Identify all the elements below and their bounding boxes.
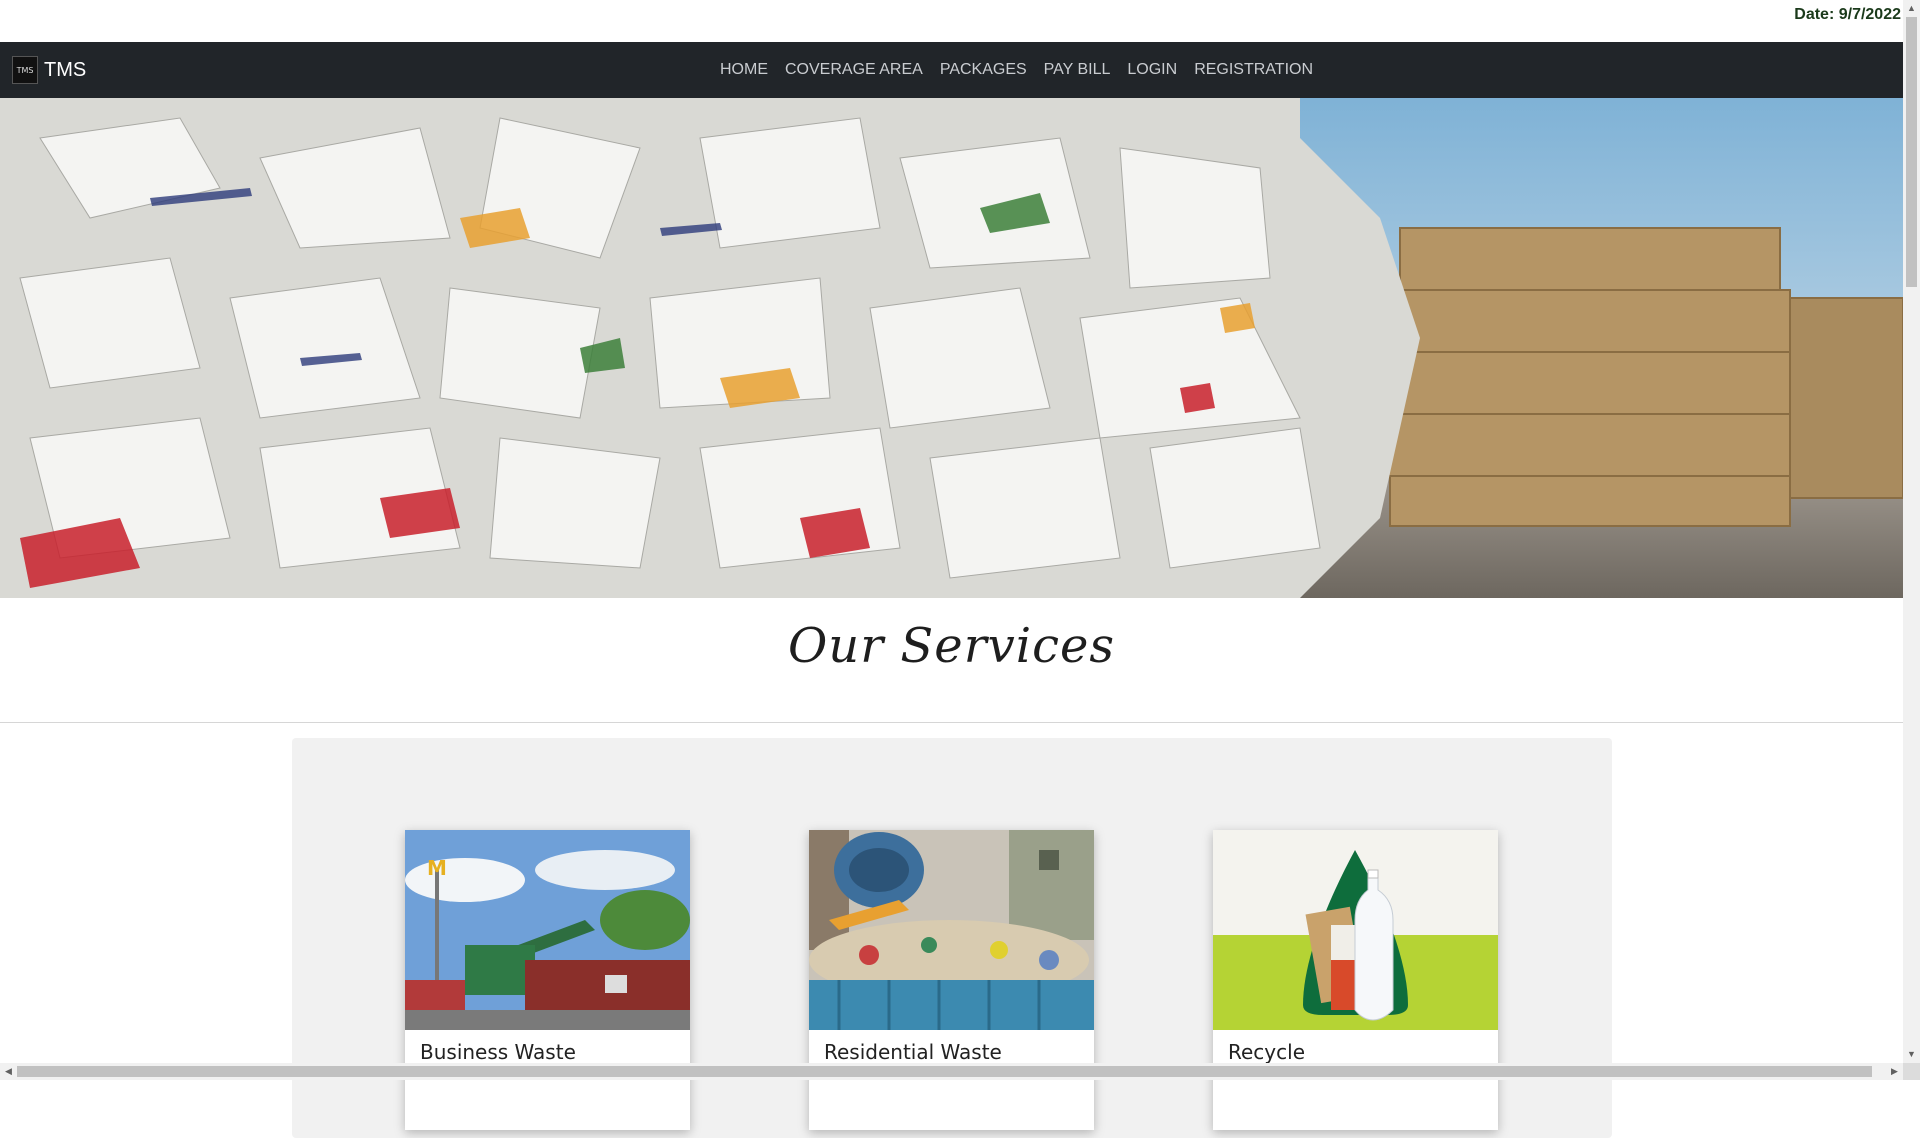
- nav-home[interactable]: HOME: [720, 61, 768, 79]
- recycle-image: [1213, 830, 1498, 1030]
- services-heading: Our Services: [787, 618, 1116, 674]
- nav-login[interactable]: LOGIN: [1127, 61, 1177, 79]
- card-title: Residential Waste: [824, 1040, 1002, 1064]
- garbage-truck-image: M: [405, 830, 690, 1030]
- service-card-recycle[interactable]: Recycle: [1213, 830, 1498, 1130]
- scroll-right-icon[interactable]: ▶: [1886, 1063, 1903, 1080]
- nav-pay-bill[interactable]: PAY BILL: [1044, 61, 1111, 79]
- svg-text:M: M: [427, 856, 447, 880]
- service-card-residential-waste[interactable]: Residential Waste: [809, 830, 1094, 1130]
- vertical-scroll-thumb[interactable]: [1906, 17, 1917, 287]
- service-card-business-waste[interactable]: M Business Waste: [405, 830, 690, 1130]
- nav-registration[interactable]: REGISTRATION: [1194, 61, 1313, 79]
- scroll-up-icon[interactable]: ▲: [1903, 0, 1920, 17]
- nav-links: HOME COVERAGE AREA PACKAGES PAY BILL LOG…: [720, 42, 1313, 98]
- card-title: Recycle: [1228, 1040, 1305, 1064]
- navbar: TMS TMS HOME COVERAGE AREA PACKAGES PAY …: [0, 42, 1903, 98]
- horizontal-scroll-thumb[interactable]: [17, 1066, 1872, 1077]
- card-title: Business Waste: [420, 1040, 576, 1064]
- scroll-down-icon[interactable]: ▼: [1903, 1046, 1920, 1063]
- vertical-scrollbar[interactable]: ▲ ▼: [1903, 0, 1920, 1063]
- waste-collection-image: [809, 830, 1094, 1030]
- scrollbar-corner: [1903, 1063, 1920, 1080]
- date-label: Date: 9/7/2022: [1794, 6, 1901, 23]
- nav-coverage-area[interactable]: COVERAGE AREA: [785, 61, 923, 79]
- brand-link[interactable]: TMS TMS: [12, 56, 86, 84]
- section-divider: [0, 722, 1903, 723]
- hero-banner-image: [0, 98, 1903, 598]
- brand-name: TMS: [44, 58, 87, 81]
- scroll-left-icon[interactable]: ◀: [0, 1063, 17, 1080]
- horizontal-scrollbar[interactable]: ◀ ▶: [0, 1063, 1903, 1080]
- brand-logo-icon: TMS: [12, 56, 38, 84]
- nav-packages[interactable]: PACKAGES: [940, 61, 1027, 79]
- top-date-bar: Date: 9/7/2022: [0, 0, 1903, 42]
